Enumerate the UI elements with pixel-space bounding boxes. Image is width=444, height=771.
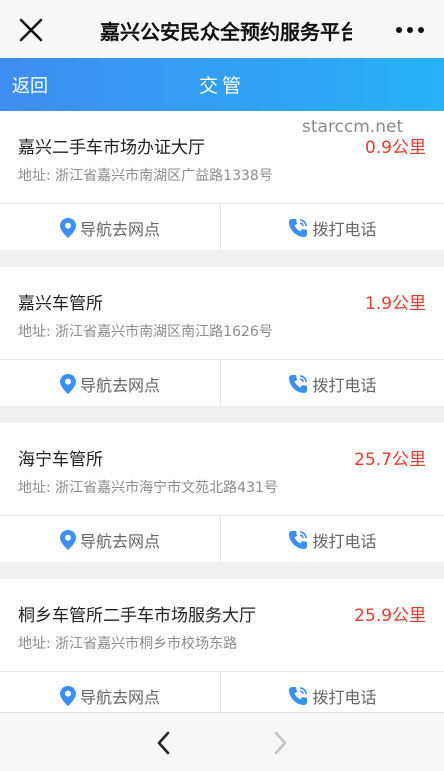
phone-icon [289,530,308,549]
location-address: 地址: 浙江省嘉兴市南湖区南江路1626号 [18,324,273,340]
top-bar: 嘉兴公安民众全预约服务平台 [0,0,444,58]
close-icon[interactable] [18,17,44,43]
navigate-label: 导航去网点 [79,219,160,239]
location-card: 嘉兴车管所 1.9公里 地址: 浙江省嘉兴市南湖区南江路1626号 导航去网点 … [0,267,444,407]
phone-icon [289,218,308,237]
call-button[interactable]: 拨打电话 [222,516,443,563]
chevron-left-icon[interactable] [153,729,175,757]
navigate-label: 导航去网点 [79,531,160,551]
phone-icon [289,686,308,705]
navigate-button[interactable]: 导航去网点 [0,516,221,563]
call-label: 拨打电话 [312,219,377,239]
chevron-right-icon[interactable] [269,729,291,757]
card-actions: 导航去网点 拨打电话 [0,203,444,251]
card-actions: 导航去网点 拨打电话 [0,671,444,719]
call-button[interactable]: 拨打电话 [222,360,443,407]
location-pin-icon [59,529,76,550]
location-address: 地址: 浙江省嘉兴市海宁市文苑北路431号 [18,480,278,496]
location-name: 海宁车管所 [18,450,103,470]
more-icon[interactable] [393,18,427,42]
page-title: 嘉兴公安民众全预约服务平台 [100,20,352,44]
call-button[interactable]: 拨打电话 [222,204,443,251]
location-pin-icon [59,373,76,394]
bottom-toolbar [0,712,444,771]
phone-icon [289,374,308,393]
location-name: 嘉兴二手车市场办证大厅 [18,138,205,158]
navigate-button[interactable]: 导航去网点 [0,360,221,407]
navigate-label: 导航去网点 [79,375,160,395]
nav-bar: 返回 交管 [0,58,444,111]
location-distance: 25.7公里 [354,450,426,470]
location-card: 桐乡车管所二手车市场服务大厅 25.9公里 地址: 浙江省嘉兴市桐乡市校场东路 … [0,579,444,719]
call-label: 拨打电话 [312,531,377,551]
watermark: starccm.net [302,117,404,137]
location-name: 嘉兴车管所 [18,294,103,314]
location-address: 地址: 浙江省嘉兴市桐乡市校场东路 [18,636,238,652]
location-distance: 25.9公里 [354,606,426,626]
location-list: 嘉兴二手车市场办证大厅 0.9公里 地址: 浙江省嘉兴市南湖区广益路1338号 … [0,111,444,735]
card-actions: 导航去网点 拨打电话 [0,359,444,407]
navigate-button[interactable]: 导航去网点 [0,204,221,251]
call-label: 拨打电话 [312,375,377,395]
location-pin-icon [59,217,76,238]
navigate-label: 导航去网点 [79,687,160,707]
location-name: 桐乡车管所二手车市场服务大厅 [18,606,256,626]
card-actions: 导航去网点 拨打电话 [0,515,444,563]
call-label: 拨打电话 [312,687,377,707]
location-pin-icon [59,685,76,706]
location-card: 海宁车管所 25.7公里 地址: 浙江省嘉兴市海宁市文苑北路431号 导航去网点… [0,423,444,563]
location-distance: 1.9公里 [364,294,426,314]
location-address: 地址: 浙江省嘉兴市南湖区广益路1338号 [18,168,273,184]
nav-title: 交管 [198,75,245,97]
